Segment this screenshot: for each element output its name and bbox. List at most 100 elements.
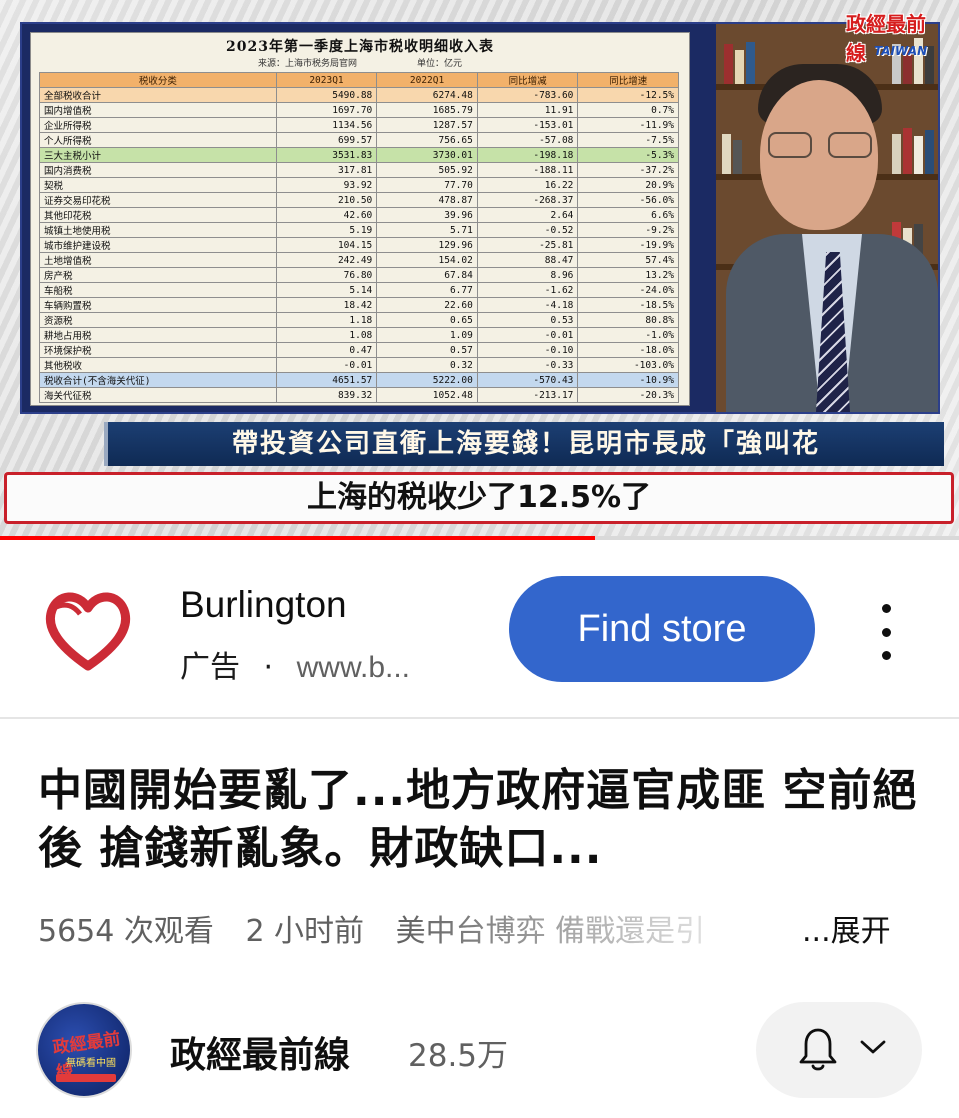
tax-value-cell: -0.10 bbox=[476, 342, 579, 358]
tax-value-cell: -570.43 bbox=[476, 372, 579, 388]
upload-time: 2 小时前 bbox=[245, 914, 365, 949]
tax-row: 个人所得税 699.57 756.65 -57.08 -7.5% bbox=[39, 132, 679, 148]
tax-value-cell: 5222.00 bbox=[376, 372, 478, 388]
tax-value-cell: -24.0% bbox=[577, 282, 679, 298]
tax-value-cell: -0.33 bbox=[476, 357, 579, 373]
tax-value-cell: 129.96 bbox=[376, 237, 478, 253]
tax-row: 企业所得税 1134.56 1287.57 -153.01 -11.9% bbox=[39, 117, 679, 133]
tax-category-cell: 车辆购置税 bbox=[39, 297, 277, 313]
tax-value-cell: 478.87 bbox=[376, 192, 478, 208]
tax-header-cell: 税收分类 bbox=[39, 72, 277, 88]
tax-value-cell: 88.47 bbox=[476, 252, 579, 268]
tax-row: 其他税收 -0.01 0.32 -0.33 -103.0% bbox=[39, 357, 679, 373]
tax-value-cell: 0.53 bbox=[476, 312, 579, 328]
tax-category-cell: 其他税收 bbox=[39, 357, 277, 373]
tax-value-cell: 210.50 bbox=[275, 192, 378, 208]
tax-value-cell: -20.3% bbox=[577, 387, 679, 403]
tax-value-cell: 3531.83 bbox=[275, 147, 378, 163]
tax-value-cell: 1.08 bbox=[275, 327, 378, 343]
tax-value-cell: 20.9% bbox=[577, 177, 679, 193]
bell-icon bbox=[799, 1028, 837, 1071]
ad-card[interactable]: Burlington 广告 · www.b... Find store bbox=[0, 550, 959, 718]
headline-banner-text: 帶投資公司直衝上海要錢！昆明市長成「強叫花 bbox=[231, 429, 820, 459]
tax-category-cell: 国内增值税 bbox=[39, 102, 277, 118]
tax-value-cell: 5.71 bbox=[376, 222, 478, 238]
tax-value-cell: -103.0% bbox=[577, 357, 679, 373]
tax-row: 海关代征税 839.32 1052.48 -213.17 -20.3% bbox=[39, 387, 679, 403]
view-count: 5654 次观看 bbox=[38, 914, 214, 949]
tax-value-cell: 0.57 bbox=[376, 342, 478, 358]
ad-separator: · bbox=[263, 650, 274, 685]
tax-category-cell: 土地增值税 bbox=[39, 252, 277, 268]
caption-banner: 上海的税收少了12.5%了 bbox=[4, 472, 954, 524]
tax-table: 税收分类 2023Q1 2022Q1 同比增减 同比增速 全部税收合计 5490.88 62… bbox=[39, 72, 679, 403]
channel-name[interactable]: 政經最前線 bbox=[170, 1026, 350, 1078]
tax-category-cell: 海关代征税 bbox=[39, 387, 277, 403]
channel-avatar[interactable]: 政經最前線 無碼看中國 bbox=[36, 1002, 132, 1098]
tax-header-cell: 同比增减 bbox=[476, 72, 579, 88]
more-options-icon[interactable] bbox=[868, 604, 904, 660]
tax-value-cell: 39.96 bbox=[376, 207, 478, 223]
tax-value-cell: 2.64 bbox=[476, 207, 579, 223]
tax-value-cell: 80.8% bbox=[577, 312, 679, 328]
tax-value-cell: 317.81 bbox=[275, 162, 378, 178]
tax-value-cell: 5490.88 bbox=[275, 87, 378, 103]
ad-label: 广告 bbox=[180, 650, 240, 685]
tax-value-cell: 93.92 bbox=[275, 177, 378, 193]
tax-value-cell: -11.9% bbox=[577, 117, 679, 133]
tax-value-cell: 67.84 bbox=[376, 267, 478, 283]
tax-category-cell: 全部税收合计 bbox=[39, 87, 277, 103]
presenter-image bbox=[716, 24, 938, 412]
video-progress-fill bbox=[0, 536, 595, 540]
tax-value-cell: 1134.56 bbox=[275, 117, 378, 133]
tax-row: 税收合计(不含海关代征) 4651.57 5222.00 -570.43 -10.9% bbox=[39, 372, 679, 388]
tax-value-cell: 77.70 bbox=[376, 177, 478, 193]
find-store-button[interactable]: Find store bbox=[509, 576, 815, 682]
tax-value-cell: 104.15 bbox=[275, 237, 378, 253]
tax-value-cell: 22.60 bbox=[376, 297, 478, 313]
tax-value-cell: 13.2% bbox=[577, 267, 679, 283]
video-progress-bar[interactable] bbox=[0, 536, 959, 540]
tax-row: 资源税 1.18 0.65 0.53 80.8% bbox=[39, 312, 679, 328]
tax-row: 土地增值税 242.49 154.02 88.47 57.4% bbox=[39, 252, 679, 268]
tax-value-cell: 242.49 bbox=[275, 252, 378, 268]
tax-table-panel: 2023年第一季度上海市税收明细收入表 来源：上海市税务局官网 单位：亿元 税收… bbox=[30, 32, 690, 406]
tax-value-cell: 0.32 bbox=[376, 357, 478, 373]
tax-value-cell: -0.01 bbox=[275, 357, 378, 373]
tax-value-cell: -37.2% bbox=[577, 162, 679, 178]
tax-header-cell: 2023Q1 bbox=[275, 72, 378, 88]
tax-value-cell: 6.6% bbox=[577, 207, 679, 223]
tax-value-cell: -213.17 bbox=[476, 387, 579, 403]
tax-category-cell: 三大主税小计 bbox=[39, 147, 277, 163]
tax-category-cell: 资源税 bbox=[39, 312, 277, 328]
notification-bell-button[interactable] bbox=[756, 1002, 922, 1098]
tax-value-cell: 5.14 bbox=[275, 282, 378, 298]
tax-value-cell: 505.92 bbox=[376, 162, 478, 178]
tax-category-cell: 环境保护税 bbox=[39, 342, 277, 358]
tax-row: 房产税 76.80 67.84 8.96 13.2% bbox=[39, 267, 679, 283]
tax-value-cell: 4651.57 bbox=[275, 372, 378, 388]
tax-value-cell: 57.4% bbox=[577, 252, 679, 268]
tax-value-cell: 42.60 bbox=[275, 207, 378, 223]
tax-value-cell: 0.65 bbox=[376, 312, 478, 328]
video-meta[interactable]: 5654 次观看 2 小时前 美中台博弈 備戰還是引 bbox=[38, 906, 928, 952]
section-divider bbox=[0, 717, 959, 719]
avatar-sub-text: 無碼看中國 bbox=[66, 1058, 116, 1069]
tax-value-cell: 18.42 bbox=[275, 297, 378, 313]
video-player[interactable]: 2023年第一季度上海市税收明细收入表 来源：上海市税务局官网 单位：亿元 税收… bbox=[0, 0, 959, 540]
tax-value-cell: 756.65 bbox=[376, 132, 478, 148]
tax-row: 证券交易印花税 210.50 478.87 -268.37 -56.0% bbox=[39, 192, 679, 208]
tax-row: 全部税收合计 5490.88 6274.48 -783.60 -12.5% bbox=[39, 87, 679, 103]
ad-url: www.b... bbox=[296, 651, 411, 684]
tax-row: 其他印花税 42.60 39.96 2.64 6.6% bbox=[39, 207, 679, 223]
expand-description-link[interactable]: ...展开 bbox=[796, 906, 891, 950]
tax-row: 国内消费税 317.81 505.92 -188.11 -37.2% bbox=[39, 162, 679, 178]
tax-category-cell: 税收合计(不含海关代征) bbox=[39, 372, 277, 388]
subscriber-count: 28.5万 bbox=[408, 1038, 509, 1074]
tax-row: 耕地占用税 1.08 1.09 -0.01 -1.0% bbox=[39, 327, 679, 343]
tax-value-cell: -188.11 bbox=[476, 162, 579, 178]
tax-value-cell: 154.02 bbox=[376, 252, 478, 268]
tax-value-cell: 1.18 bbox=[275, 312, 378, 328]
video-title[interactable]: 中國開始要亂了...地方政府逼官成匪 空前絕後 搶錢新亂象。財政缺口... bbox=[38, 762, 918, 878]
tax-value-cell: -783.60 bbox=[476, 87, 579, 103]
